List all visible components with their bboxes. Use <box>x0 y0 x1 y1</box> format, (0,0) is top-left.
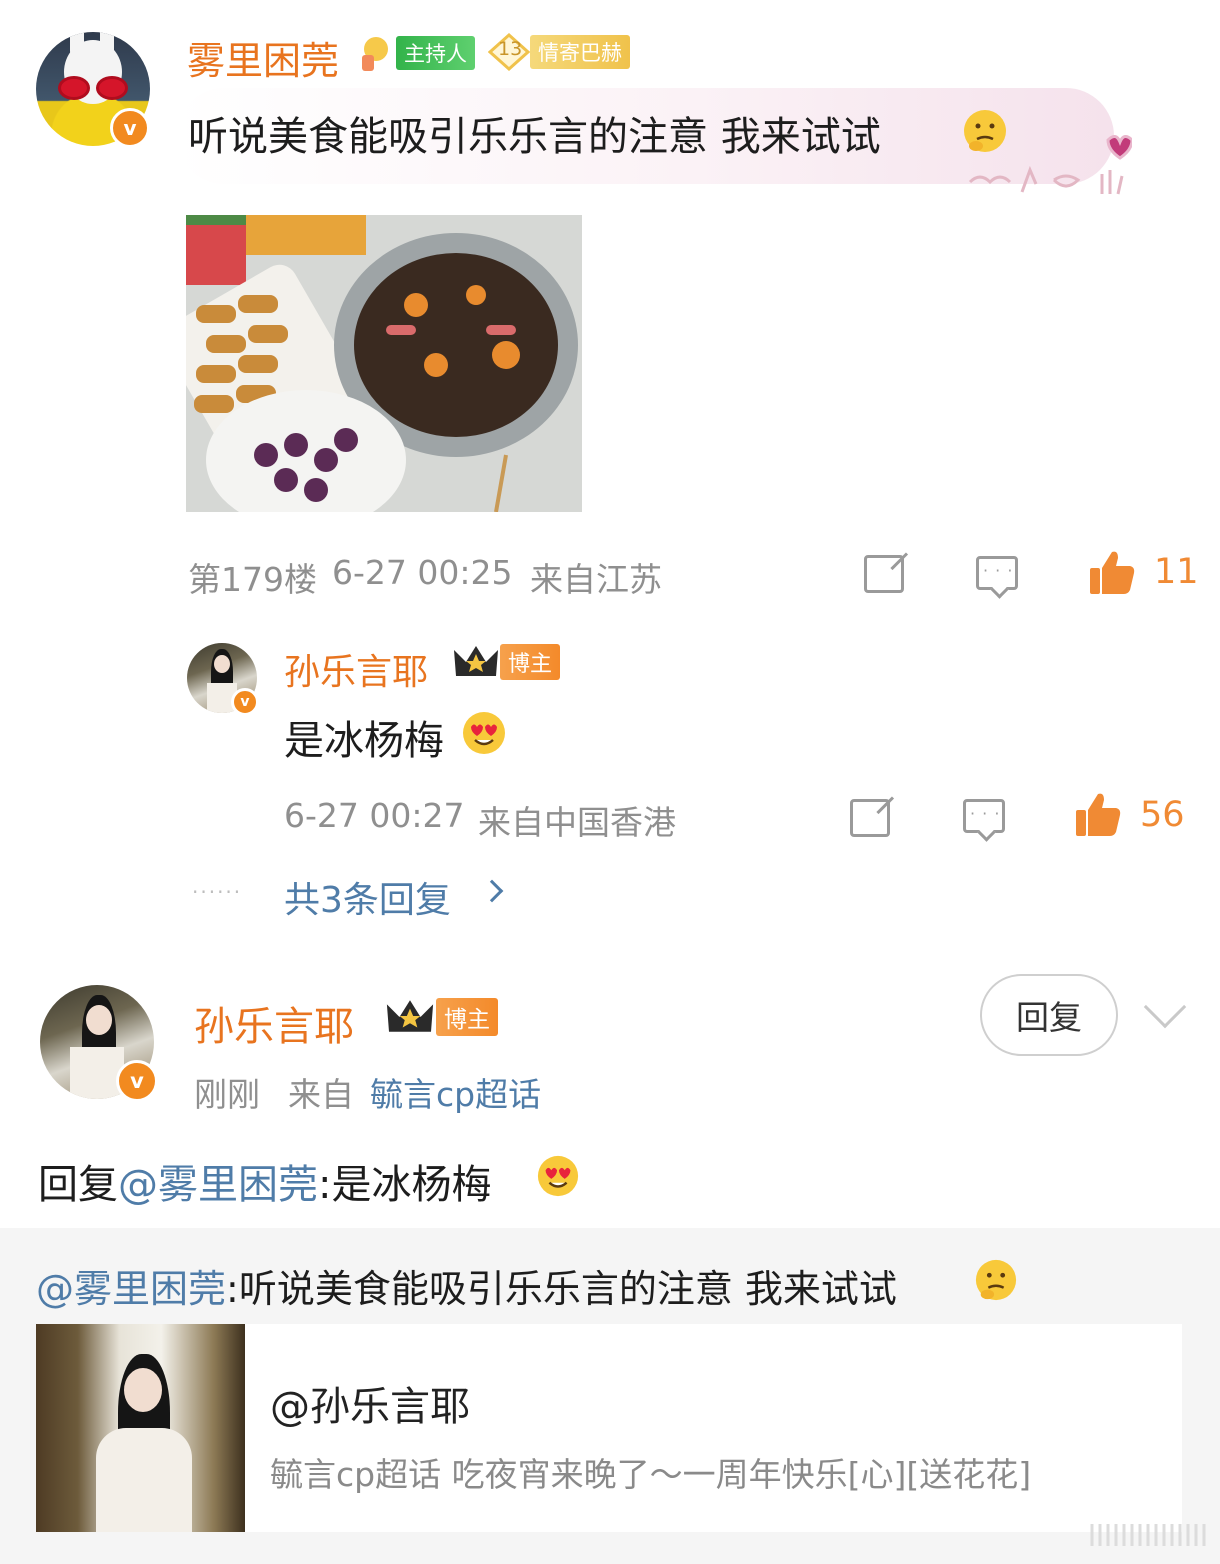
more-replies-link[interactable]: 共3条回复 <box>284 871 451 923</box>
fan-group-tag: 情寄巴赫 <box>530 35 630 69</box>
share-icon[interactable] <box>850 799 890 837</box>
reply-text: :是冰杨梅 <box>318 1162 492 1208</box>
blogger-tag: 博主 <box>500 644 561 680</box>
like-icon[interactable] <box>1088 550 1136 596</box>
comment-floor: 第179楼 <box>188 560 317 599</box>
reply-button[interactable]: 回复 <box>980 974 1118 1056</box>
sub-reply-time: 6-27 00:27 <box>284 796 465 835</box>
crown-icon <box>386 1000 434 1032</box>
comment-like-count: 11 <box>1154 552 1199 592</box>
comment-icon[interactable] <box>976 556 1018 590</box>
reply-mention-link[interactable]: @雾里困莞 <box>118 1162 318 1208</box>
verified-icon: v <box>116 1060 158 1102</box>
blogger-badge: 博主 <box>452 642 561 682</box>
heart-eyes-emoji-icon <box>463 712 505 754</box>
comment-food-image[interactable] <box>186 215 582 512</box>
verified-icon: v <box>231 688 259 716</box>
crown-icon <box>454 646 498 676</box>
comment-icon[interactable] <box>963 799 1005 833</box>
sub-reply-user-name[interactable]: 孙乐言耶 <box>284 643 428 695</box>
host-tag: 主持人 <box>396 36 475 70</box>
hand-hearts-decoration-icon <box>968 135 1132 195</box>
heart-eyes-emoji-icon <box>537 1155 579 1197</box>
post-user-name[interactable]: 孙乐言耶 <box>194 994 354 1052</box>
scroll-indicator <box>1090 1524 1206 1546</box>
sub-reply-like-count: 56 <box>1140 795 1185 835</box>
host-badge: 主持人 <box>356 33 475 73</box>
comment-user-name[interactable]: 雾里困莞 <box>187 30 339 85</box>
fan-level-badge: 13 情寄巴赫 <box>488 33 630 71</box>
reply-prefix: 回复 <box>38 1162 118 1208</box>
quoted-mention-link[interactable]: @雾里困莞 <box>36 1267 226 1311</box>
fan-level-number: 13 <box>498 38 523 60</box>
share-icon[interactable] <box>864 555 904 593</box>
post-time: 刚刚 <box>194 1075 260 1114</box>
more-replies-dots: ······ <box>192 880 243 904</box>
post-reply-line: 回复@雾里困莞:是冰杨梅 <box>38 1152 491 1210</box>
sub-reply-location: 来自中国香港 <box>478 803 676 842</box>
post-from-label: 来自 <box>288 1075 354 1114</box>
chevron-down-icon[interactable] <box>1143 985 1187 1029</box>
verified-icon: v <box>110 108 150 148</box>
comment-text: 听说美食能吸引乐乐言的注意 我来试试 <box>188 114 881 160</box>
thinking-emoji-icon <box>975 1259 1017 1301</box>
comment-time: 6-27 00:25 <box>332 553 513 592</box>
link-card-image <box>36 1324 245 1532</box>
blogger-badge: 博主 <box>384 996 498 1038</box>
blogger-tag: 博主 <box>436 998 498 1036</box>
link-card-description: 毓言cp超话 吃夜宵来晚了～一周年快乐[心][送花花] <box>270 1455 1032 1494</box>
quoted-text-line: @雾里困莞:听说美食能吸引乐乐言的注意 我来试试 <box>36 1258 897 1313</box>
comment-location: 来自江苏 <box>530 560 662 599</box>
link-card-title: @孙乐言耶 <box>270 1384 470 1430</box>
sub-reply-text: 是冰杨梅 <box>284 718 444 764</box>
host-mic-icon <box>362 37 388 71</box>
like-icon[interactable] <box>1074 792 1122 838</box>
chevron-right-icon[interactable] <box>480 879 504 903</box>
post-source-link[interactable]: 毓言cp超话 <box>370 1068 541 1116</box>
quoted-text: :听说美食能吸引乐乐言的注意 我来试试 <box>226 1267 897 1311</box>
